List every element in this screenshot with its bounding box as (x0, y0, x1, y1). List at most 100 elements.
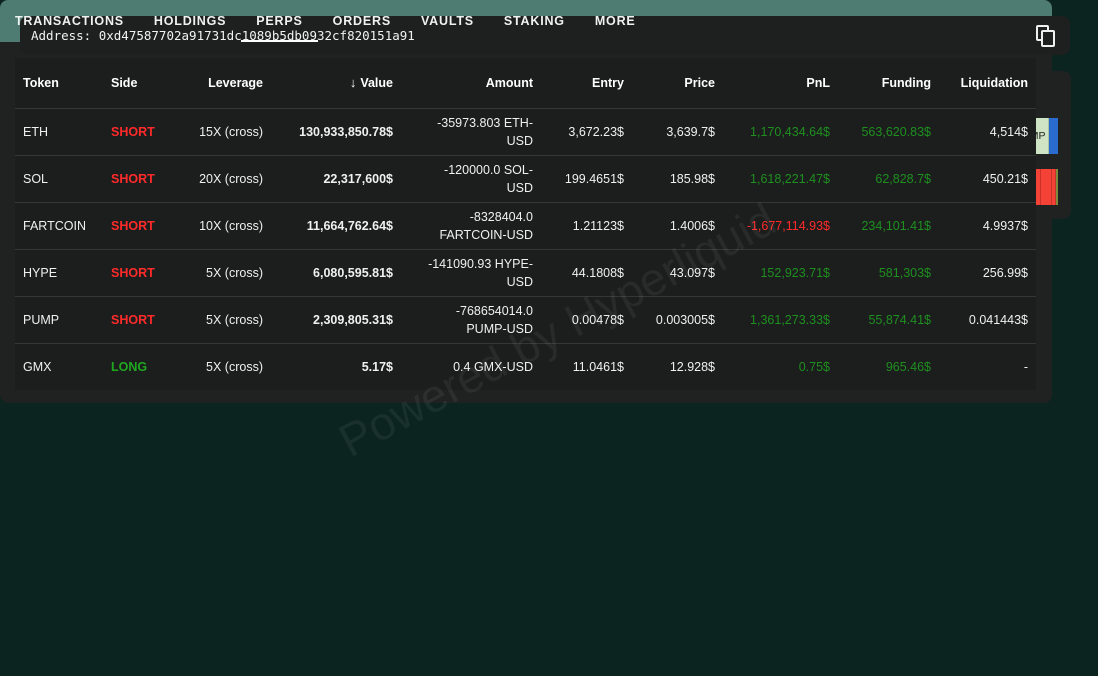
table-body: ETH SHORT 15X (cross) 130,933,850.78$ -35973… (15, 107, 1036, 390)
cell-entry: 44.1808$ (541, 248, 632, 296)
col-value[interactable]: ↓ Value (271, 58, 401, 108)
amount-line: USD (506, 133, 533, 148)
col-entry[interactable]: Entry (541, 58, 632, 108)
cell-funding: 55,874.41$ (838, 295, 939, 343)
cell-value: 11,664,762.64$ (271, 201, 401, 249)
cell-side: LONG (103, 342, 173, 390)
amount-line: -120000.0 SOL- (444, 162, 533, 177)
cell-amount: -768654014.0 PUMP-USD (401, 295, 541, 343)
cell-leverage: 20X (cross) (173, 154, 271, 202)
cell-funding: 563,620.83$ (838, 107, 939, 155)
amount-line: -8328404.0 (469, 209, 533, 224)
table-row[interactable]: PUMP SHORT 5X (cross) 2,309,805.31$ -7686540… (15, 295, 1036, 343)
short-position-segment[interactable] (1040, 169, 1052, 205)
table-row[interactable]: GMX LONG 5X (cross) 5.17$ 0.4 GMX-USD 11.0461… (15, 342, 1036, 390)
cell-leverage: 5X (cross) (173, 295, 271, 343)
cell-entry: 11.0461$ (541, 342, 632, 390)
cell-price: 1.4006$ (632, 201, 723, 249)
cell-token: PUMP (15, 295, 103, 343)
cell-funding: 581,303$ (838, 248, 939, 296)
table-header-row: Token Side Leverage ↓ Value Amount Entry … (15, 58, 1036, 108)
tab-perps[interactable]: PERPS (241, 0, 319, 42)
perps-table: Token Side Leverage ↓ Value Amount Entry … (15, 58, 1036, 390)
cell-side: SHORT (103, 201, 173, 249)
cell-entry: 199.4651$ (541, 154, 632, 202)
cell-pnl: 1,170,434.64$ (723, 107, 838, 155)
cell-value: 130,933,850.78$ (271, 107, 401, 155)
cell-token: SOL (15, 154, 103, 202)
perps-table-wrap: Token Side Leverage ↓ Value Amount Entry … (15, 58, 1036, 390)
cell-funding: 965.46$ (838, 342, 939, 390)
amount-line: -768654014.0 (455, 303, 533, 318)
amount-line: USD (506, 274, 533, 289)
tab-more[interactable]: MORE (580, 0, 651, 42)
cell-leverage: 15X (cross) (173, 107, 271, 155)
cell-price: 3,639.7$ (632, 107, 723, 155)
cell-liquidation: 256.99$ (939, 248, 1036, 296)
col-pnl[interactable]: PnL (723, 58, 838, 108)
cell-value: 6,080,595.81$ (271, 248, 401, 296)
cell-pnl: -1,677,114.93$ (723, 201, 838, 249)
cell-liquidation: 0.041443$ (939, 295, 1036, 343)
cell-price: 43.097$ (632, 248, 723, 296)
cell-price: 12.928$ (632, 342, 723, 390)
cell-leverage: 5X (cross) (173, 248, 271, 296)
cell-liquidation: - (939, 342, 1036, 390)
table-row[interactable]: SOL SHORT 20X (cross) 22,317,600$ -120000.0 … (15, 154, 1036, 202)
main-panel: TRANSACTIONS HOLDINGS PERPS ORDERS VAULTS STA… (0, 0, 1052, 403)
col-value-label: Value (360, 76, 393, 91)
tab-holdings[interactable]: HOLDINGS (139, 0, 241, 42)
cell-pnl: 1,361,273.33$ (723, 295, 838, 343)
table-row[interactable]: ETH SHORT 15X (cross) 130,933,850.78$ -35973… (15, 107, 1036, 155)
cell-side: SHORT (103, 154, 173, 202)
cell-price: 185.98$ (632, 154, 723, 202)
col-amount[interactable]: Amount (401, 58, 541, 108)
cell-entry: 0.00478$ (541, 295, 632, 343)
cell-amount: -141090.93 HYPE- USD (401, 248, 541, 296)
cell-funding: 234,101.41$ (838, 201, 939, 249)
cell-entry: 3,672.23$ (541, 107, 632, 155)
amount-line: 0.4 GMX-USD (453, 359, 533, 374)
cell-amount: 0.4 GMX-USD (401, 342, 541, 390)
cell-pnl: 0.75$ (723, 342, 838, 390)
amount-line: PUMP-USD (466, 321, 533, 336)
amount-line: USD (506, 180, 533, 195)
cell-side: SHORT (103, 107, 173, 155)
col-price[interactable]: Price (632, 58, 723, 108)
short-position-segment[interactable] (1055, 169, 1058, 205)
cell-price: 0.003005$ (632, 295, 723, 343)
cell-liquidation: 450.21$ (939, 154, 1036, 202)
amount-line: -35973.803 ETH- (437, 115, 533, 130)
col-liquidation[interactable]: Liquidation (939, 58, 1036, 108)
col-side[interactable]: Side (103, 58, 173, 108)
tab-transactions[interactable]: TRANSACTIONS (0, 0, 139, 42)
cell-value: 5.17$ (271, 342, 401, 390)
table-row[interactable]: FARTCOIN SHORT 10X (cross) 11,664,762.64$ -8… (15, 201, 1036, 249)
cell-token: FARTCOIN (15, 201, 103, 249)
amount-line: FARTCOIN-USD (439, 227, 533, 242)
col-token[interactable]: Token (15, 58, 103, 108)
cell-side: SHORT (103, 295, 173, 343)
cell-side: SHORT (103, 248, 173, 296)
tab-vaults[interactable]: VAULTS (406, 0, 489, 42)
cell-leverage: 5X (cross) (173, 342, 271, 390)
copy-icon[interactable] (1036, 25, 1056, 47)
amount-line: -141090.93 HYPE- (428, 256, 533, 271)
cell-liquidation: 4.9937$ (939, 201, 1036, 249)
cell-leverage: 10X (cross) (173, 201, 271, 249)
cell-token: ETH (15, 107, 103, 155)
col-funding[interactable]: Funding (838, 58, 939, 108)
cell-pnl: 1,618,221.47$ (723, 154, 838, 202)
tab-staking[interactable]: STAKING (489, 0, 580, 42)
cell-token: HYPE (15, 248, 103, 296)
cell-token: GMX (15, 342, 103, 390)
cell-amount: -120000.0 SOL- USD (401, 154, 541, 202)
col-leverage[interactable]: Leverage (173, 58, 271, 108)
arrow-down-icon: ↓ (349, 75, 357, 91)
cell-amount: -35973.803 ETH- USD (401, 107, 541, 155)
cell-value: 2,309,805.31$ (271, 295, 401, 343)
table-row[interactable]: HYPE SHORT 5X (cross) 6,080,595.81$ -141090.… (15, 248, 1036, 296)
tab-orders[interactable]: ORDERS (318, 0, 406, 42)
long-position-segment[interactable] (1048, 118, 1058, 154)
cell-funding: 62,828.7$ (838, 154, 939, 202)
